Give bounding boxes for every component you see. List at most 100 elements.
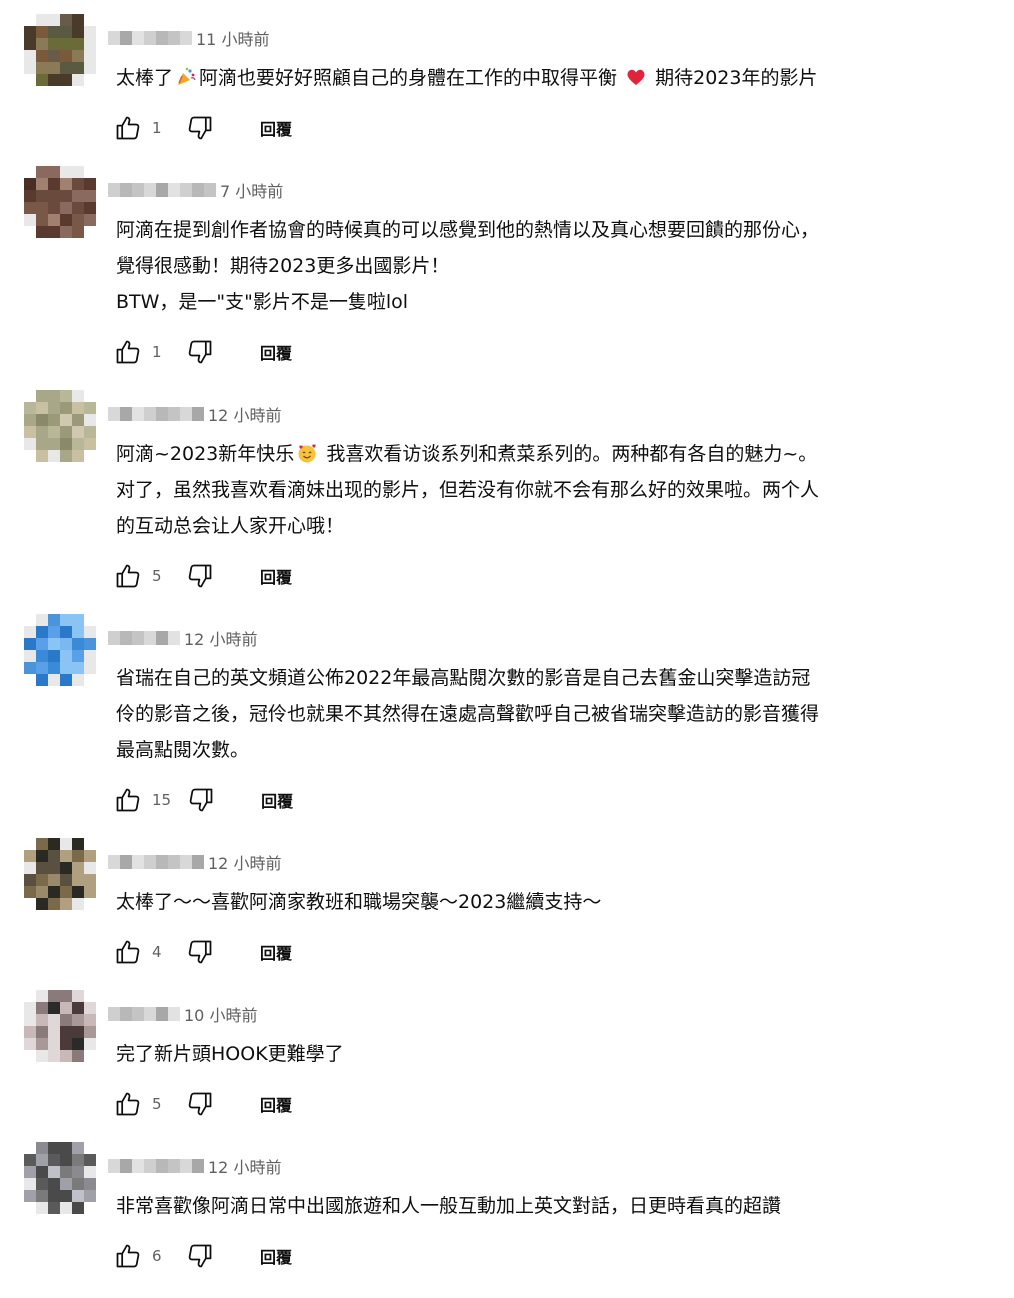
like-count: 4 — [152, 943, 162, 961]
timestamp[interactable]: 11 小時前 — [196, 26, 269, 50]
like-button[interactable] — [112, 336, 144, 368]
like-count: 1 — [152, 119, 162, 137]
avatar[interactable] — [24, 390, 96, 462]
comment-text: 省瑞在自己的英文頻道公佈2022年最高點閱次數的影音是自己去舊金山突擊造訪冠 伶… — [116, 660, 946, 768]
author-name[interactable] — [108, 31, 192, 45]
reply-button[interactable]: 回覆 — [261, 788, 293, 812]
comment-line: 省瑞在自己的英文頻道公佈2022年最高點閱次數的影音是自己去舊金山突擊造訪冠 — [116, 667, 811, 689]
avatar[interactable] — [24, 990, 96, 1062]
timestamp[interactable]: 12 小時前 — [184, 626, 257, 650]
like-button[interactable] — [112, 560, 144, 592]
dislike-button[interactable] — [185, 784, 217, 816]
like-icon — [116, 116, 140, 140]
reply-button[interactable]: 回覆 — [260, 564, 292, 588]
author-name[interactable] — [108, 855, 204, 869]
dislike-button[interactable] — [184, 1240, 216, 1272]
like-count: 15 — [152, 791, 172, 809]
comment-line: 完了新片頭HOOK更難學了 — [116, 1043, 344, 1065]
comment-actions: 5 回覆 — [112, 1088, 292, 1120]
comment-actions: 1 回覆 — [112, 112, 292, 144]
author-name[interactable] — [108, 183, 216, 197]
avatar[interactable] — [24, 1142, 96, 1214]
avatar[interactable] — [24, 838, 96, 910]
like-icon — [116, 788, 140, 812]
reply-button[interactable]: 回覆 — [260, 940, 292, 964]
timestamp[interactable]: 12 小時前 — [208, 402, 281, 426]
avatar[interactable] — [24, 166, 96, 238]
party-popper-emoji — [178, 67, 196, 85]
dislike-icon — [188, 564, 212, 588]
like-button[interactable] — [112, 1088, 144, 1120]
comment-header: 12 小時前 — [108, 1154, 281, 1178]
like-count: 5 — [152, 567, 162, 585]
comment-line: 太棒了 阿滴也要好好照顧自己的身體在工作的中取得平衡 期待2023年的影片 — [116, 67, 818, 89]
like-icon — [116, 940, 140, 964]
dislike-icon — [188, 340, 212, 364]
comment-text: 太棒了 阿滴也要好好照顧自己的身體在工作的中取得平衡 期待2023年的影片 — [116, 60, 946, 96]
comment-header: 12 小時前 — [108, 402, 281, 426]
comment-line: 覺得很感動！期待2023更多出國影片！ — [116, 255, 450, 277]
author-name[interactable] — [108, 631, 180, 645]
like-icon — [116, 1092, 140, 1116]
comment-header: 11 小時前 — [108, 26, 269, 50]
comment-text: 阿滴~2023新年快乐 我喜欢看访谈系列和煮菜系列的。两种都有各自的魅力~。 对… — [116, 436, 946, 544]
comment-line: 对了，虽然我喜欢看滴妹出现的影片，但若没有你就不会有那么好的效果啦。两个人 — [116, 479, 820, 501]
dislike-button[interactable] — [184, 560, 216, 592]
timestamp[interactable]: 12 小時前 — [208, 1154, 281, 1178]
comment-text: 太棒了～～喜歡阿滴家教班和職場突襲～2023繼續支持～ — [116, 884, 946, 920]
like-button[interactable] — [112, 1240, 144, 1272]
comment-actions: 5 回覆 — [112, 560, 292, 592]
red-heart-emoji — [627, 69, 645, 85]
dislike-icon — [188, 940, 212, 964]
comment-header: 12 小時前 — [108, 626, 257, 650]
comment-actions: 6 回覆 — [112, 1240, 292, 1272]
like-button[interactable] — [112, 784, 144, 816]
dislike-icon — [188, 1092, 212, 1116]
comment-text: 完了新片頭HOOK更難學了 — [116, 1036, 946, 1072]
dislike-button[interactable] — [184, 936, 216, 968]
timestamp[interactable]: 7 小時前 — [220, 178, 283, 202]
dislike-icon — [188, 116, 212, 140]
like-count: 1 — [152, 343, 162, 361]
reply-button[interactable]: 回覆 — [260, 1092, 292, 1116]
reply-button[interactable]: 回覆 — [260, 340, 292, 364]
comment-line: 的互动总会让人家开心哦！ — [116, 515, 345, 537]
avatar[interactable] — [24, 614, 96, 686]
comment-line: 阿滴~2023新年快乐 我喜欢看访谈系列和煮菜系列的。两种都有各自的魅力~。 — [116, 443, 818, 465]
comment-header: 12 小時前 — [108, 850, 281, 874]
comment-line: 最高點閱次數。 — [116, 739, 250, 761]
like-icon — [116, 340, 140, 364]
like-icon — [116, 1244, 140, 1268]
comment-line: 伶的影音之後，冠伶也就果不其然得在遠處高聲歡呼自己被省瑞突擊造訪的影音獲得 — [116, 703, 820, 725]
author-name[interactable] — [108, 1159, 204, 1173]
avatar[interactable] — [24, 14, 96, 86]
comment-line: 阿滴在提到創作者協會的時候真的可以感覺到他的熱情以及真心想要回饋的那份心， — [116, 219, 820, 241]
comment-line: BTW，是一"支"影片不是一隻啦lol — [116, 291, 409, 313]
comment-header: 7 小時前 — [108, 178, 283, 202]
like-button[interactable] — [112, 936, 144, 968]
comment-actions: 15 回覆 — [112, 784, 293, 816]
comment-text: 阿滴在提到創作者協會的時候真的可以感覺到他的熱情以及真心想要回饋的那份心， 覺得… — [116, 212, 946, 320]
comment-actions: 4 回覆 — [112, 936, 292, 968]
author-name[interactable] — [108, 407, 204, 421]
smiling-face-with-hearts-emoji — [298, 444, 317, 463]
dislike-button[interactable] — [184, 336, 216, 368]
comment-actions: 1 回覆 — [112, 336, 292, 368]
like-count: 6 — [152, 1247, 162, 1265]
comment-line: 非常喜歡像阿滴日常中出國旅遊和人一般互動加上英文對話，日更時看真的超讚 — [116, 1195, 782, 1217]
reply-button[interactable]: 回覆 — [260, 116, 292, 140]
dislike-button[interactable] — [184, 1088, 216, 1120]
like-icon — [116, 564, 140, 588]
comment-line: 太棒了～～喜歡阿滴家教班和職場突襲～2023繼續支持～ — [116, 891, 602, 913]
comment-header: 10 小時前 — [108, 1002, 257, 1026]
timestamp[interactable]: 12 小時前 — [208, 850, 281, 874]
timestamp[interactable]: 10 小時前 — [184, 1002, 257, 1026]
comment-text: 非常喜歡像阿滴日常中出國旅遊和人一般互動加上英文對話，日更時看真的超讚 — [116, 1188, 946, 1224]
like-count: 5 — [152, 1095, 162, 1113]
dislike-icon — [189, 788, 213, 812]
author-name[interactable] — [108, 1007, 180, 1021]
like-button[interactable] — [112, 112, 144, 144]
reply-button[interactable]: 回覆 — [260, 1244, 292, 1268]
dislike-icon — [188, 1244, 212, 1268]
dislike-button[interactable] — [184, 112, 216, 144]
